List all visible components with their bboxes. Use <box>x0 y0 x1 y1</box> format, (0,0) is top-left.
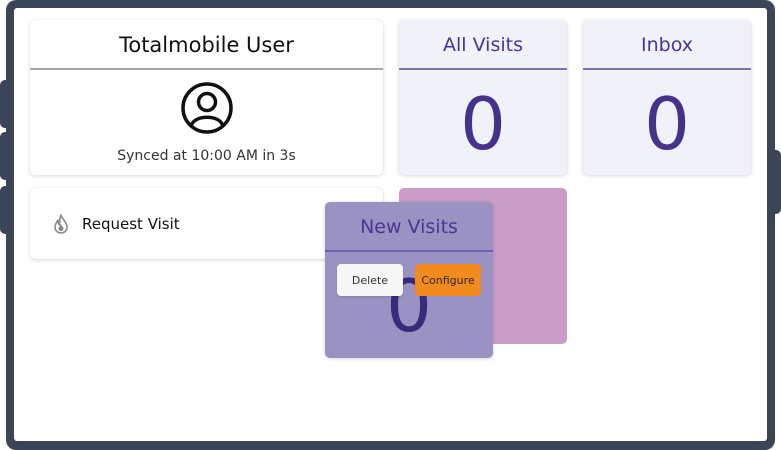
user-card-title: Totalmobile User <box>119 32 294 57</box>
user-card-divider <box>30 68 383 70</box>
tile-count: 0 <box>644 82 690 166</box>
dashboard-screen: Totalmobile User Synced at 10:00 AM in 3… <box>14 8 767 441</box>
flame-icon <box>54 214 68 234</box>
sync-status: Synced at 10:00 AM in 3s <box>117 148 296 164</box>
configure-button[interactable]: Configure <box>415 264 481 296</box>
tile-new-visits-dragging[interactable]: New Visits 0 Delete Configure <box>325 202 493 358</box>
user-circle-icon <box>181 82 233 134</box>
request-visit-label: Request Visit <box>82 214 180 233</box>
tile-count: 0 <box>460 82 506 166</box>
tile-divider <box>325 250 493 252</box>
tile-title: All Visits <box>443 33 523 56</box>
tile-inbox[interactable]: Inbox 0 <box>583 20 751 175</box>
delete-button[interactable]: Delete <box>337 264 403 296</box>
tile-divider <box>583 68 751 70</box>
user-card: Totalmobile User Synced at 10:00 AM in 3… <box>30 20 383 175</box>
tile-title: New Visits <box>360 215 458 238</box>
tile-all-visits[interactable]: All Visits 0 <box>399 20 567 175</box>
tile-divider <box>399 68 567 70</box>
frame-side-tab <box>765 150 781 214</box>
tile-title: Inbox <box>641 33 693 56</box>
